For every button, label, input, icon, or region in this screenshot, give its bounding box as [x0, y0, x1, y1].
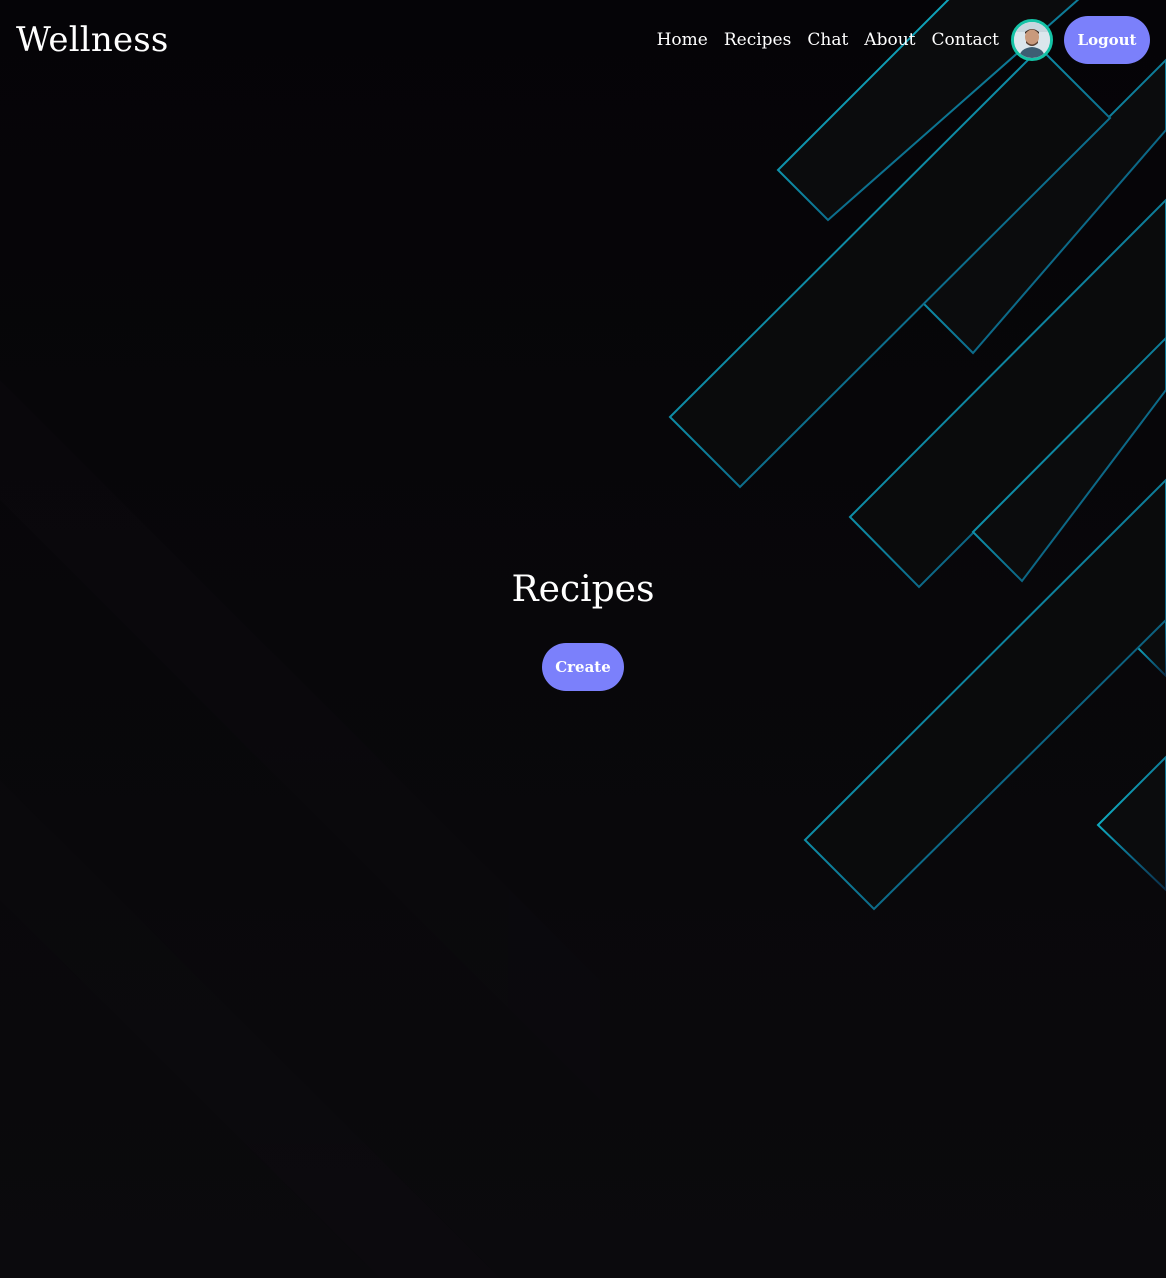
nav-link-recipes[interactable]: Recipes: [724, 30, 792, 50]
user-avatar[interactable]: [1011, 19, 1053, 61]
brand-logo[interactable]: Wellness: [16, 18, 169, 62]
user-avatar-icon: [1014, 22, 1050, 58]
main-nav: Home Recipes Chat About Contact Logout: [657, 16, 1150, 64]
logout-button[interactable]: Logout: [1064, 16, 1150, 64]
top-navbar: Wellness Home Recipes Chat About Contact…: [0, 0, 1166, 80]
create-button[interactable]: Create: [542, 643, 624, 691]
nav-link-home[interactable]: Home: [657, 30, 708, 50]
nav-link-about[interactable]: About: [864, 30, 915, 50]
main-content: Recipes Create: [0, 560, 1166, 691]
nav-link-chat[interactable]: Chat: [807, 30, 848, 50]
page-title: Recipes: [511, 569, 655, 610]
nav-link-contact[interactable]: Contact: [931, 30, 999, 50]
